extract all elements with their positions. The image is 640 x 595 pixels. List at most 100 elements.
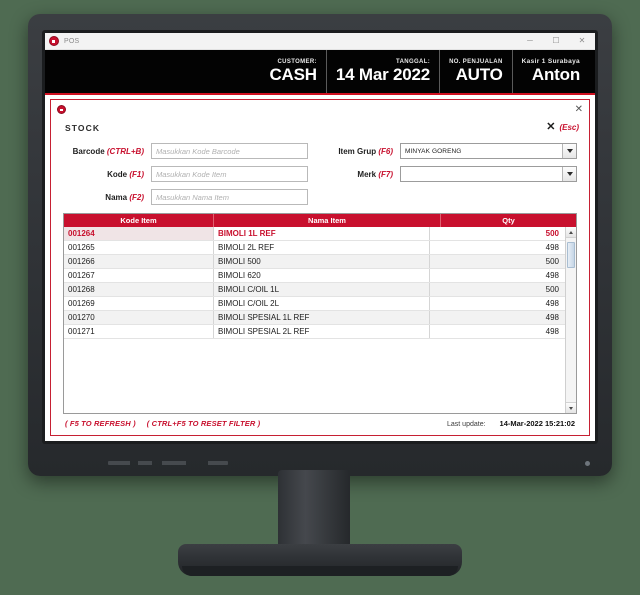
cell-nama: BIMOLI 1L REF (214, 227, 430, 240)
scrollbar-thumb[interactable] (567, 242, 575, 268)
field-row-barcode: Barcode (CTRL+B) (63, 143, 309, 159)
hint-reset-filter: ( CTRL+F5 TO RESET FILTER ) (146, 419, 261, 428)
kasir-label: Kasir 1 Surabaya (521, 58, 580, 66)
field-row-kode: Kode (F1) (63, 166, 309, 182)
close-button[interactable]: ✕ (569, 33, 595, 50)
nama-label: Nama (F2) (63, 193, 151, 202)
scroll-down-icon[interactable] (566, 402, 576, 413)
nama-label-text: Nama (105, 192, 128, 202)
column-header-qty[interactable]: Qty (441, 214, 576, 227)
maximize-button[interactable]: ☐ (543, 33, 569, 50)
window-title: POS (64, 37, 80, 45)
esc-close-icon[interactable]: ✕ (546, 122, 555, 133)
modal-close-icon[interactable]: ✕ (575, 104, 583, 115)
barcode-label-text: Barcode (72, 146, 105, 156)
no-penjualan-value: AUTO (455, 64, 503, 84)
cell-kode: 001265 (64, 241, 214, 254)
item-grup-label: Item Grup (F6) (328, 147, 400, 156)
field-row-item-grup: Item Grup (F6) MINYAK GORENG (328, 143, 577, 159)
nama-shortcut: (F2) (129, 192, 144, 202)
cell-nama: BIMOLI C/OIL 2L (214, 297, 430, 310)
pos-logo-icon (57, 105, 66, 114)
nama-input[interactable] (151, 189, 309, 205)
column-header-nama-item[interactable]: Nama Item (214, 214, 441, 227)
minimize-button[interactable]: ─ (517, 33, 543, 50)
tanggal-label: TANGGAL: (396, 58, 431, 65)
cell-kode: 001268 (64, 283, 214, 296)
customer-value: CASH (269, 64, 317, 84)
esc-close-group[interactable]: ✕ (Esc) (546, 122, 579, 133)
filter-form-right-column: Item Grup (F6) MINYAK GORENG Merk (F7) (328, 143, 577, 205)
stock-modal: ✕ STOCK ✕ (Esc) Barcode (CTRL+B) Masukka… (50, 99, 590, 436)
cell-qty: 500 (545, 285, 559, 294)
column-header-kode-item[interactable]: Kode Item (64, 214, 214, 227)
chevron-down-icon[interactable] (562, 167, 576, 181)
kasir-value: Anton (531, 65, 580, 85)
cell-nama: BIMOLI 2L REF (214, 241, 430, 254)
cell-kode: 001269 (64, 297, 214, 310)
kode-label: Kode (F1) (63, 170, 151, 179)
scroll-up-icon[interactable] (566, 227, 576, 238)
cell-nama: BIMOLI C/OIL 1L (214, 283, 430, 296)
last-update-value: 14-Mar-2022 15:21:02 (499, 419, 575, 428)
scrollbar-track[interactable] (566, 238, 576, 402)
tanggal-value: 14 Mar 2022 (335, 64, 431, 84)
cell-nama: BIMOLI SPESIAL 1L REF (214, 311, 430, 324)
merk-label-text: Merk (357, 169, 377, 179)
merk-select[interactable] (400, 166, 577, 182)
no-penjualan-label: NO. PENJUALAN (449, 58, 503, 65)
table-row[interactable]: 001270 BIMOLI SPESIAL 1L REF 498 (64, 311, 565, 325)
cell-kode: 001266 (64, 255, 214, 268)
item-grup-select[interactable]: MINYAK GORENG (400, 143, 577, 159)
barcode-label: Barcode (CTRL+B) (63, 147, 151, 156)
cell-kode: 001267 (64, 269, 214, 282)
screen: POS ─ ☐ ✕ CUSTOMER: CASH TANGGAL: 14 Mar… (45, 33, 595, 441)
header-cell-customer: CUSTOMER: CASH (260, 50, 325, 93)
header-cell-no-penjualan: NO. PENJUALAN AUTO (439, 50, 512, 93)
table-row[interactable]: 001271 BIMOLI SPESIAL 2L REF 498 (64, 325, 565, 339)
window-titlebar: POS ─ ☐ ✕ (45, 33, 595, 50)
table-scrollbar[interactable] (565, 227, 576, 413)
cell-kode: 001264 (64, 227, 214, 240)
filter-form-left-column: Barcode (CTRL+B) Kode (F1) Nama (F2) (63, 143, 309, 205)
table-row[interactable]: 001269 BIMOLI C/OIL 2L 498 (64, 297, 565, 311)
modal-footer: ( F5 TO REFRESH ) ( CTRL+F5 TO RESET FIL… (51, 414, 589, 435)
cell-qty: 498 (545, 271, 559, 280)
pos-logo-icon (49, 36, 59, 46)
last-update-label: Last update: (447, 421, 486, 428)
cell-nama: BIMOLI 620 (214, 269, 430, 282)
customer-label: CUSTOMER: (277, 58, 317, 65)
window-controls: ─ ☐ ✕ (517, 33, 595, 50)
table-row[interactable]: 001267 BIMOLI 620 498 (64, 269, 565, 283)
field-row-merk: Merk (F7) (328, 166, 577, 182)
table-row[interactable]: 001266 BIMOLI 500 500 (64, 255, 565, 269)
table-body-area: 001264 BIMOLI 1L REF 500 001265 BIMOLI 2… (64, 227, 576, 413)
cell-kode: 001271 (64, 325, 214, 338)
barcode-input[interactable] (151, 143, 309, 159)
table-row[interactable]: 001265 BIMOLI 2L REF 498 (64, 241, 565, 255)
cell-qty: 498 (545, 299, 559, 308)
cell-qty: 500 (545, 257, 559, 266)
cell-qty: 500 (545, 229, 559, 238)
table-row[interactable]: 001264 BIMOLI 1L REF 500 (64, 227, 565, 241)
table-row[interactable]: 001268 BIMOLI C/OIL 1L 500 (64, 283, 565, 297)
table-header-row: Kode Item Nama Item Qty (64, 214, 576, 227)
item-grup-shortcut: (F6) (378, 146, 394, 156)
monitor-stand-neck (278, 470, 350, 550)
header-cell-kasir: Kasir 1 Surabaya Anton (511, 50, 589, 93)
cell-nama: BIMOLI SPESIAL 2L REF (214, 325, 430, 338)
last-update-group: Last update: 14-Mar-2022 15:21:02 (447, 419, 575, 428)
monitor-power-led-icon (585, 461, 590, 466)
field-row-nama: Nama (F2) (63, 189, 309, 205)
barcode-shortcut: (CTRL+B) (106, 146, 144, 156)
merk-shortcut: (F7) (378, 169, 394, 179)
kode-shortcut: (F1) (129, 169, 144, 179)
header-cell-tanggal: TANGGAL: 14 Mar 2022 (325, 50, 439, 93)
kode-input[interactable] (151, 166, 309, 182)
chevron-down-icon[interactable] (562, 144, 576, 158)
hint-refresh: ( F5 TO REFRESH ) (65, 419, 136, 428)
table-rows: 001264 BIMOLI 1L REF 500 001265 BIMOLI 2… (64, 227, 565, 413)
pos-header: CUSTOMER: CASH TANGGAL: 14 Mar 2022 NO. … (45, 50, 595, 95)
esc-label: (Esc) (559, 123, 579, 132)
monitor-stand-base-lip (182, 566, 458, 576)
